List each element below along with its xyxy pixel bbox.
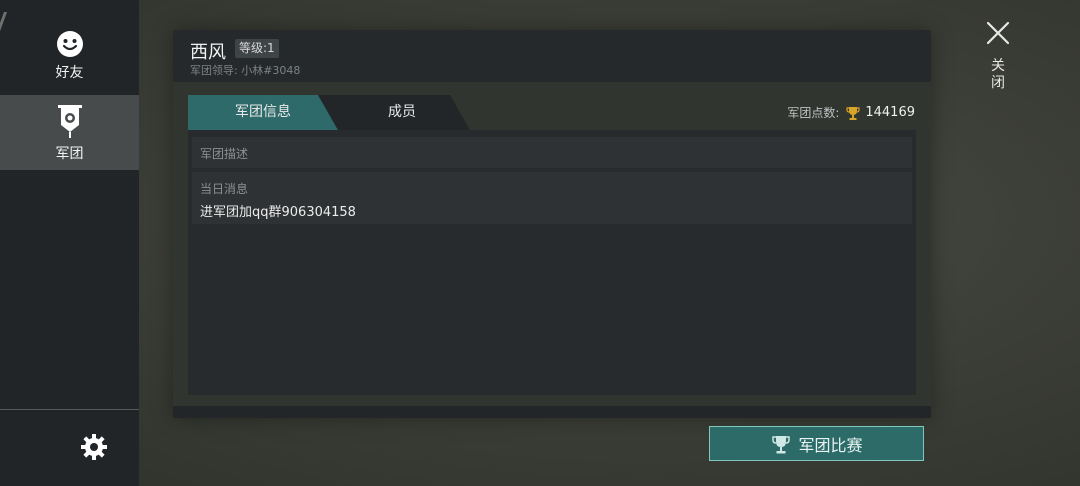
sidebar: 好友 军团 (0, 0, 139, 486)
gear-icon[interactable] (80, 433, 108, 461)
legion-banner-icon (57, 104, 82, 138)
tab-legion-info[interactable]: 军团信息 (188, 95, 338, 130)
level-badge: 等级:1 (235, 39, 279, 58)
tournament-button-label: 军团比赛 (798, 435, 863, 455)
smiley-icon (56, 30, 83, 57)
tab-members[interactable]: 成员 (318, 95, 470, 130)
panel-footer (173, 406, 931, 418)
legion-panel: 西风 等级:1 军团领导: 小林#3048 军团信息 成员 军团点数: 1441… (173, 30, 931, 418)
tab-bar: 军团信息 成员 (188, 95, 488, 130)
tab-label: 成员 (388, 104, 416, 120)
legion-points: 军团点数: 144169 (787, 104, 915, 121)
legion-name: 西风 (190, 42, 226, 63)
points-label: 军团点数: (787, 106, 840, 120)
panel-header: 西风 等级:1 军团领导: 小林#3048 (173, 30, 931, 82)
sidebar-item-legion[interactable]: 军团 (0, 95, 139, 170)
daily-message-label: 当日消息 (200, 182, 249, 196)
sidebar-divider (0, 409, 139, 410)
sidebar-item-friends[interactable]: 好友 (0, 18, 139, 93)
daily-message-section: 当日消息 进军团加qq群906304158 (192, 172, 912, 224)
trophy-icon (772, 435, 791, 453)
daily-message-text: 进军团加qq群906304158 (200, 205, 356, 220)
legion-leader: 军团领导: 小林#3048 (190, 64, 301, 77)
sidebar-item-label: 军团 (55, 145, 84, 162)
tab-label: 军团信息 (235, 104, 291, 120)
points-value: 144169 (865, 105, 915, 120)
trophy-icon (846, 106, 860, 120)
close-icon[interactable] (985, 20, 1011, 46)
legion-info-content: 军团描述 当日消息 进军团加qq群906304158 (188, 130, 916, 395)
legion-tournament-button[interactable]: 军团比赛 (709, 426, 924, 461)
description-label: 军团描述 (200, 147, 249, 161)
description-section: 军团描述 (192, 137, 912, 168)
sidebar-item-label: 好友 (55, 64, 84, 81)
close-label[interactable]: 关闭 (990, 58, 1006, 92)
